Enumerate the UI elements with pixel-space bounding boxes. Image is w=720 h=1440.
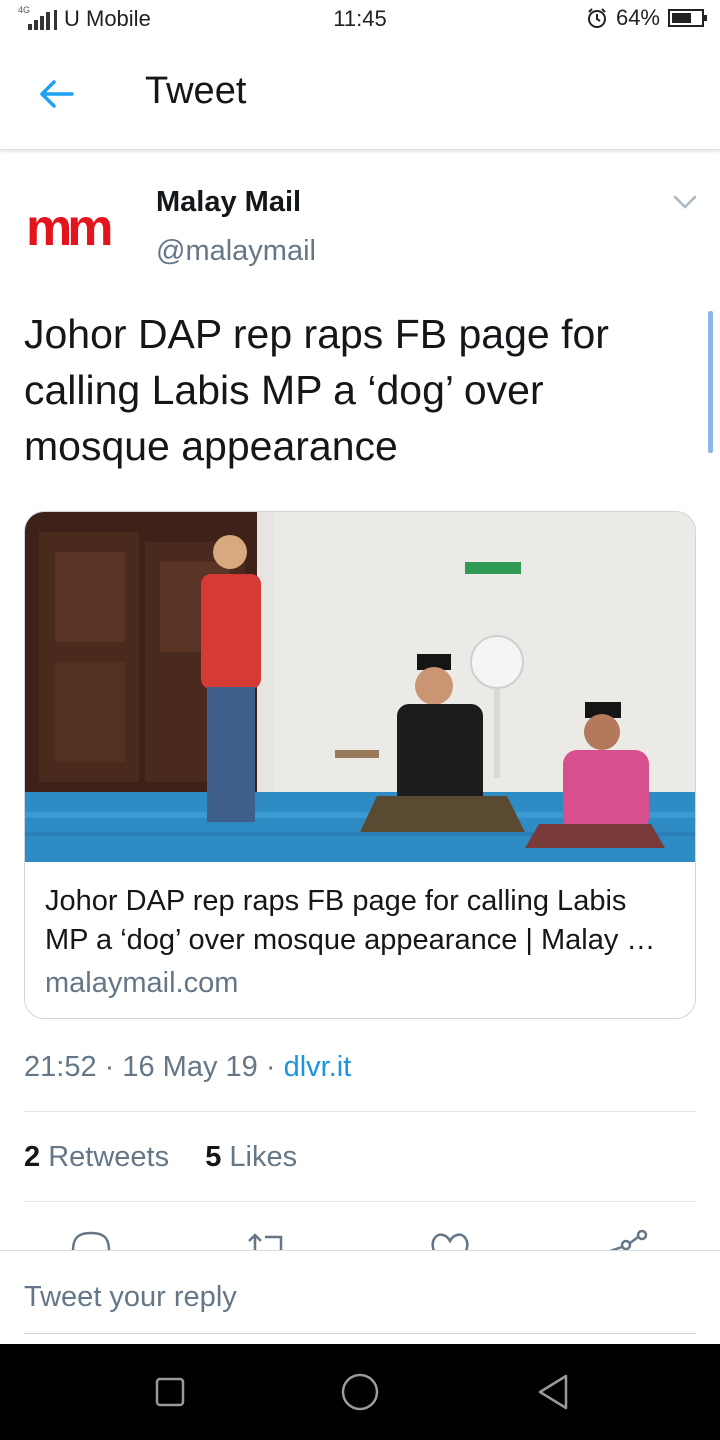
like-icon[interactable]: [428, 1229, 472, 1251]
scrollbar[interactable]: [708, 311, 713, 453]
retweet-icon[interactable]: [245, 1229, 289, 1251]
tweet-time: 21:52: [24, 1051, 97, 1083]
tweet-date: 16 May 19: [122, 1051, 258, 1083]
arrow-left-icon: [40, 80, 74, 108]
reply-underline: [24, 1333, 696, 1334]
avatar[interactable]: mm: [26, 203, 132, 253]
meta-separator: ·: [104, 1051, 123, 1083]
meta-separator: ·: [265, 1051, 284, 1083]
like-label: Likes: [229, 1141, 298, 1173]
retweet-count: 2: [24, 1141, 41, 1173]
author-name[interactable]: Malay Mail: [156, 186, 301, 219]
back-button[interactable]: [32, 72, 80, 116]
reply-icon[interactable]: [69, 1229, 113, 1251]
tweet-text: Johor DAP rep raps FB page for calling L…: [24, 311, 609, 469]
retweets-stat[interactable]: 2 Retweets: [24, 1141, 177, 1173]
retweet-label: Retweets: [48, 1141, 170, 1173]
battery-percent: 64%: [615, 5, 660, 30]
status-right: 64%: [586, 5, 708, 31]
tweet-source-link[interactable]: dlvr.it: [284, 1051, 352, 1083]
battery-icon: [668, 9, 707, 27]
chevron-down-icon[interactable]: [672, 193, 698, 211]
tweet-stats: 2 Retweets 5 Likes: [24, 1141, 297, 1174]
card-image: [25, 512, 695, 862]
reply-bar: Tweet your reply: [0, 1250, 720, 1344]
likes-stat[interactable]: 5 Likes: [205, 1141, 297, 1173]
avatar-logo: mm: [26, 203, 111, 253]
nav-bar: [0, 1344, 720, 1440]
back-icon[interactable]: [534, 1372, 574, 1412]
recent-apps-icon[interactable]: [150, 1372, 190, 1412]
alarm-icon: [587, 8, 606, 28]
card-domain: malaymail.com: [45, 967, 239, 999]
tweet-meta: 21:52 · 16 May 19 · dlvr.it: [24, 1051, 351, 1084]
share-icon[interactable]: [608, 1229, 652, 1251]
page-title: Tweet: [145, 70, 247, 112]
card-title: Johor DAP rep raps FB page for calling L…: [45, 885, 656, 956]
home-icon[interactable]: [340, 1372, 380, 1412]
reply-input[interactable]: Tweet your reply: [24, 1281, 696, 1314]
divider: [24, 1201, 696, 1202]
status-bar: 4G U Mobile 11:45 64%: [0, 0, 720, 36]
author-handle[interactable]: @malaymail: [156, 235, 316, 268]
divider: [24, 1111, 696, 1112]
link-card[interactable]: Johor DAP rep raps FB page for calling L…: [24, 511, 696, 1019]
like-count: 5: [205, 1141, 222, 1173]
app-header: Tweet: [0, 36, 720, 150]
